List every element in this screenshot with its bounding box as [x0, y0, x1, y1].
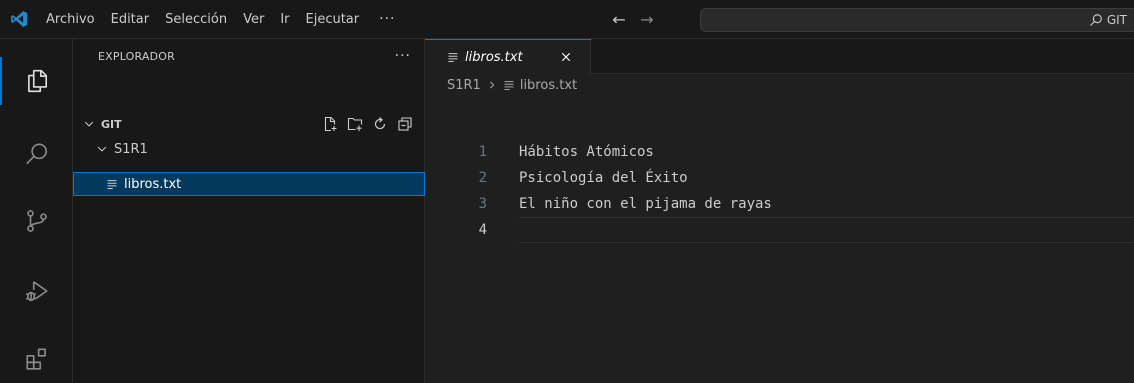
breadcrumb-file[interactable]: libros.txt	[503, 78, 577, 93]
chevron-right-icon	[487, 80, 497, 90]
menu-archivo[interactable]: Archivo	[38, 0, 103, 39]
menu-editar[interactable]: Editar	[103, 0, 158, 39]
chevron-down-icon	[95, 137, 109, 161]
line-number: 4	[478, 222, 487, 238]
source-control-icon[interactable]	[0, 191, 73, 251]
activity-bar	[0, 39, 73, 383]
navigation-arrows: ← →	[610, 0, 656, 39]
text-file-icon	[447, 51, 459, 63]
line-text: Hábitos Atómicos	[519, 144, 654, 160]
close-icon[interactable]	[558, 49, 574, 65]
vscode-logo-icon[interactable]	[0, 0, 38, 39]
explorer-header: EXPLORADOR ···	[73, 39, 425, 74]
new-file-icon[interactable]	[322, 116, 338, 132]
line-text: Psicología del Éxito	[519, 170, 688, 186]
section-header-git[interactable]: GIT	[73, 112, 425, 136]
code-line: 3 El niño con el pijama de rayas	[425, 191, 1134, 217]
section-actions	[322, 112, 413, 136]
command-center-search[interactable]: GIT	[700, 8, 1134, 32]
explorer-icon[interactable]	[0, 51, 73, 111]
search-icon[interactable]	[0, 124, 73, 184]
menu-bar: Archivo Editar Selección Ver Ir Ejecutar…	[38, 0, 407, 39]
tab-label: libros.txt	[465, 49, 523, 65]
run-debug-icon[interactable]	[0, 261, 73, 321]
title-bar: Archivo Editar Selección Ver Ir Ejecutar…	[0, 0, 1134, 39]
search-icon	[1089, 13, 1103, 27]
text-file-icon	[106, 178, 118, 190]
code-line: 2 Psicología del Éxito	[425, 165, 1134, 191]
breadcrumb-file-label: libros.txt	[519, 77, 578, 93]
text-file-icon	[503, 79, 515, 91]
section-title-git: GIT	[101, 117, 122, 131]
explorer-title: EXPLORADOR	[98, 50, 176, 63]
menu-more-button[interactable]: ···	[367, 0, 407, 39]
line-number: 3	[478, 196, 487, 212]
folder-label: S1R1	[114, 141, 148, 157]
line-number: 2	[478, 170, 487, 186]
editor-area: libros.txt S1R1 libros.txt 1 Hábitos Ató…	[425, 39, 1134, 383]
explorer-more-actions-button[interactable]: ···	[395, 39, 411, 74]
line-number: 1	[478, 144, 487, 160]
tree-file-libros[interactable]: libros.txt	[73, 172, 425, 196]
menu-ir[interactable]: Ir	[272, 0, 297, 39]
menu-seleccion[interactable]: Selección	[157, 0, 235, 39]
breadcrumb-folder[interactable]: S1R1	[447, 78, 481, 93]
explorer-sidebar: EXPLORADOR ··· GIT S1R1 libros.txt	[73, 39, 425, 383]
menu-ver[interactable]: Ver	[235, 0, 272, 39]
tab-libros[interactable]: libros.txt	[425, 39, 591, 75]
tree-folder-s1r1[interactable]: S1R1	[73, 137, 425, 161]
new-folder-icon[interactable]	[347, 116, 363, 132]
file-label: libros.txt	[124, 176, 182, 192]
chevron-down-icon	[82, 112, 96, 136]
breadcrumb: S1R1 libros.txt	[425, 74, 577, 96]
collapse-all-icon[interactable]	[397, 116, 413, 132]
code-line-current: 4	[425, 217, 1134, 243]
go-back-button[interactable]: ←	[610, 10, 628, 29]
go-forward-button[interactable]: →	[638, 10, 656, 29]
editor-tabs: libros.txt	[425, 39, 1134, 75]
command-center-label: GIT	[1106, 13, 1127, 27]
line-text: El niño con el pijama de rayas	[519, 196, 772, 212]
current-line-highlight	[519, 217, 1134, 243]
refresh-icon[interactable]	[372, 116, 388, 132]
menu-ejecutar[interactable]: Ejecutar	[298, 0, 368, 39]
code-line: 1 Hábitos Atómicos	[425, 139, 1134, 165]
extensions-icon[interactable]	[0, 329, 73, 383]
